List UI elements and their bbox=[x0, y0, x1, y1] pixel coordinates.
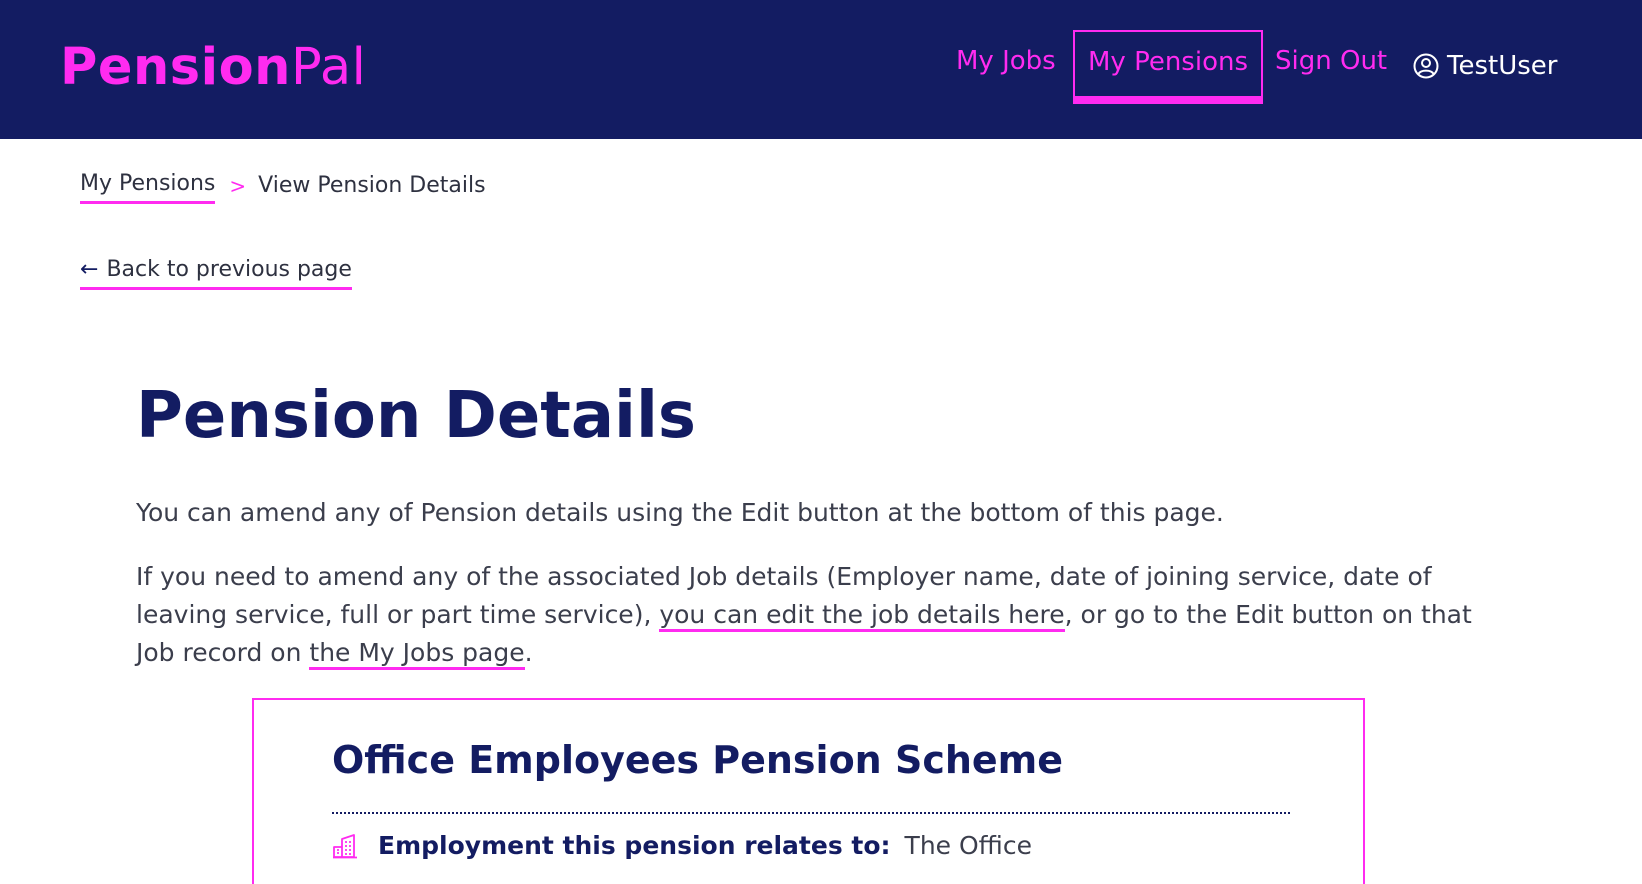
pension-card: Office Employees Pension Scheme Employme… bbox=[252, 698, 1365, 884]
user-menu[interactable]: TestUser bbox=[1413, 44, 1557, 88]
job-details-paragraph: If you need to amend any of the associat… bbox=[136, 558, 1516, 672]
back-arrow-icon: ← bbox=[80, 257, 99, 282]
breadcrumb-separator: > bbox=[229, 174, 247, 198]
logo[interactable]: PensionPal bbox=[60, 36, 366, 100]
breadcrumb-current: View Pension Details bbox=[258, 173, 486, 198]
nav-my-pensions[interactable]: My Pensions bbox=[1073, 30, 1263, 104]
back-link-label: Back to previous page bbox=[106, 257, 352, 282]
employment-row: Employment this pension relates to: The … bbox=[332, 828, 1032, 864]
logo-light-text: Pal bbox=[290, 38, 367, 97]
page-title: Pension Details bbox=[136, 379, 696, 453]
site-header: PensionPal My Jobs My Pensions Sign Out … bbox=[0, 0, 1642, 139]
para2-text-3: . bbox=[524, 638, 533, 667]
nav-sign-out[interactable]: Sign Out bbox=[1275, 30, 1387, 104]
intro-paragraph: You can amend any of Pension details usi… bbox=[136, 498, 1224, 527]
user-circle-icon bbox=[1413, 53, 1439, 79]
employment-value: The Office bbox=[904, 831, 1032, 860]
employment-label: Employment this pension relates to: bbox=[378, 831, 891, 860]
user-name: TestUser bbox=[1447, 51, 1558, 81]
back-link[interactable]: ← Back to previous page bbox=[80, 254, 352, 290]
page: PensionPal My Jobs My Pensions Sign Out … bbox=[0, 0, 1642, 884]
my-jobs-page-link[interactable]: the My Jobs page bbox=[309, 638, 525, 670]
breadcrumb: My Pensions > View Pension Details bbox=[80, 168, 486, 204]
nav-my-jobs[interactable]: My Jobs bbox=[956, 30, 1056, 104]
card-divider bbox=[332, 812, 1290, 814]
logo-bold-text: Pension bbox=[60, 38, 291, 97]
edit-job-details-link[interactable]: you can edit the job details here bbox=[659, 600, 1065, 632]
breadcrumb-my-pensions[interactable]: My Pensions bbox=[80, 168, 216, 204]
scheme-name: Office Employees Pension Scheme bbox=[332, 738, 1064, 782]
building-icon bbox=[333, 834, 357, 859]
